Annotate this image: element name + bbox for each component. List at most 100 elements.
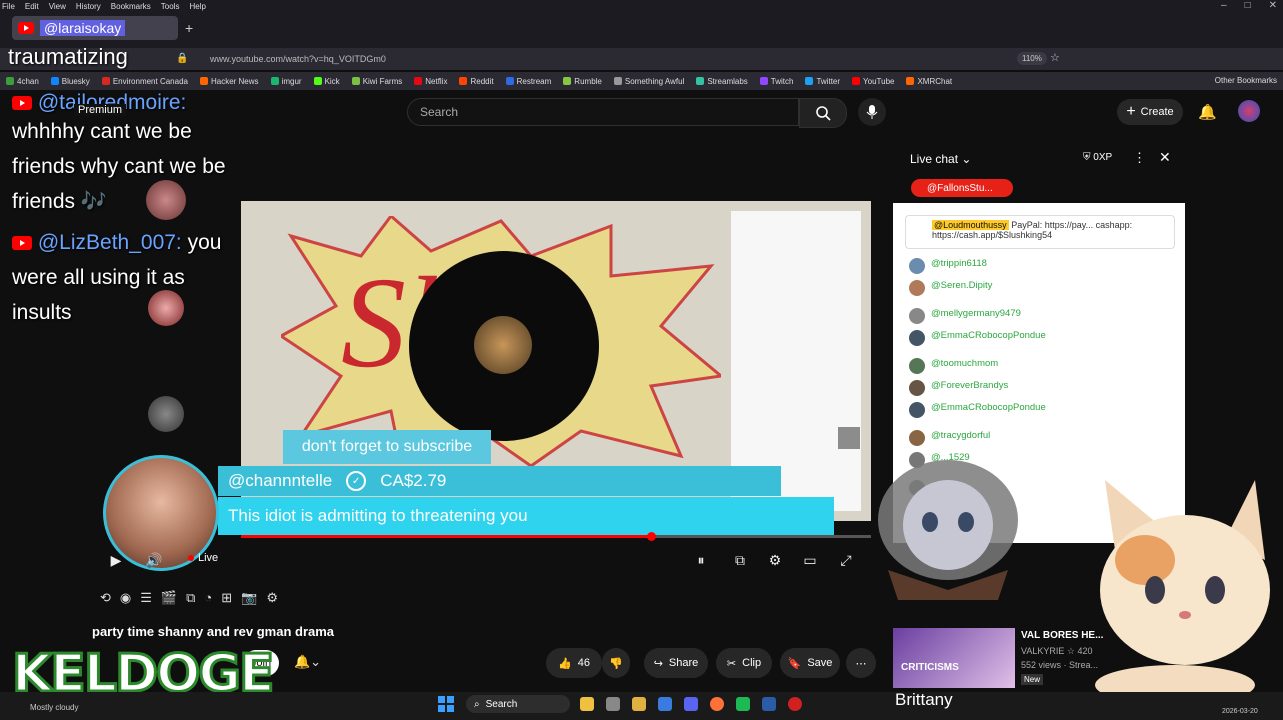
menu-file[interactable]: File [2,2,15,11]
bookmark-item[interactable]: Restream [505,77,551,86]
chat-message[interactable]: @toomuchmom He is disgusting. [893,355,1185,377]
menu-help[interactable]: Help [189,2,205,11]
like-button[interactable]: 👍 46 [546,648,602,678]
bookmark-item[interactable]: YouTube [852,77,894,86]
bookmark-label: Twitter [816,76,841,86]
notifications-bell-icon[interactable]: 🔔 [1198,103,1217,121]
speed-icon[interactable]: ◔ [204,590,212,606]
progress-scrubber[interactable] [646,532,656,541]
chat-title[interactable]: Live chat ⌄ [910,152,971,166]
firefox-icon[interactable] [710,697,724,711]
chat-message[interactable]: @ForeverBrandys He is a child [893,377,1185,399]
gear-icon[interactable]: ⚙ [266,590,278,606]
menu-view[interactable]: View [49,2,66,11]
voice-search-button[interactable] [858,98,886,126]
audio-icon[interactable]: ◉ [120,590,131,606]
bookmark-favicon-icon [906,77,915,85]
progress-fill [241,535,651,538]
bookmark-item[interactable]: imgur [270,77,302,86]
other-bookmarks[interactable]: Other Bookmarks [1215,76,1277,85]
bookmark-item[interactable]: 4chan [6,77,39,86]
dislike-button[interactable]: 👎 [602,648,630,678]
captions-icon[interactable]: ⧉ [731,551,749,569]
close-window-button[interactable]: ✕ [1269,0,1277,11]
bookmark-item[interactable]: Streamlabs [696,77,748,86]
bookmark-item[interactable]: XMRChat [906,77,952,86]
more-vert-icon[interactable]: ⋮ [1133,150,1146,166]
save-button[interactable]: 🔖 Save [780,648,840,678]
folder-icon[interactable] [632,697,646,711]
chat-message[interactable]: @EmmaCRobocopPondue HE THINKS THIS IS A S… [893,399,1185,427]
bookmark-item[interactable]: Reddit [459,77,494,86]
clip-button[interactable]: ✂ Clip [716,648,772,678]
app-icon[interactable] [658,697,672,711]
close-icon[interactable]: ✕ [1159,149,1171,166]
browser-tab[interactable]: @laraisokay [12,16,178,40]
create-button[interactable]: + Create [1117,99,1183,125]
app-icon[interactable] [762,697,776,711]
app-icon[interactable] [736,697,750,711]
address-input[interactable]: www.youtube.com/watch?v=hq_VOITDGm0 [210,54,386,64]
picture-in-picture-icon[interactable]: ⧉ [186,590,195,606]
app-icon[interactable] [606,697,620,711]
chat-message[interactable]: @tracygdorful YOU NEED SHANNY'S HELP LMFA… [893,427,1185,449]
play-icon[interactable]: ▶ [107,551,125,569]
bookmark-item[interactable]: Bluesky [50,77,90,86]
menu-bookmarks[interactable]: Bookmarks [111,2,151,11]
pinned-message[interactable]: @Loudmouthussy PayPal: https://pay... ca… [905,215,1175,249]
loop-icon[interactable]: ⟲ [100,590,111,606]
bookmark-item[interactable]: Kiwi Farms [351,77,402,86]
clapper-icon[interactable]: 🎬 [161,590,177,606]
add-box-icon[interactable]: ⊞ [221,590,232,606]
recommendation-thumbnail[interactable]: CRITICISMS [893,628,1015,688]
new-tab-button[interactable]: + [185,20,193,36]
fullscreen-icon[interactable]: ⤢ [837,551,855,569]
playlist-icon[interactable]: ☰ [140,590,152,606]
bookmark-item[interactable]: Rumble [563,77,602,86]
pause-autoplay-icon[interactable]: ⏸ [692,551,710,569]
more-actions-button[interactable]: ⋯ [846,648,876,678]
chat-author: @Seren.Dipity [931,280,993,291]
bookmark-item[interactable]: Something Awful [613,77,684,86]
menu-edit[interactable]: Edit [25,2,39,11]
chat-message-body: @mellygermany9479 I am back lol [931,308,1078,324]
volume-icon[interactable]: 🔊 [145,551,163,569]
chat-message[interactable]: @EmmaCRobocopPondue THIS IS PLAYGROUND BO… [893,327,1185,355]
bookmark-item[interactable]: Netflix [414,77,447,86]
weather-status[interactable]: Mostly cloudy [30,703,78,712]
minimize-button[interactable]: – [1221,0,1227,11]
top-chip[interactable]: @FallonsStu... [911,179,1013,197]
fullscreen-icon[interactable] [838,427,860,449]
share-button[interactable]: ↪ Share [644,648,708,678]
live-indicator[interactable]: Live [188,552,218,564]
chat-message[interactable]: @Seren.Dipity What the hell he acts like … [893,277,1185,305]
zoom-level[interactable]: 110% [1017,52,1047,65]
search-input[interactable]: Search [407,98,799,126]
settings-gear-icon[interactable]: ⚙ [766,551,784,569]
bookmark-item[interactable]: Twitter [805,77,840,86]
bell-notify-icon[interactable]: 🔔⌄ [294,654,321,670]
xp-badge[interactable]: ⛨ 0XP [1083,152,1112,163]
account-avatar[interactable] [1238,100,1260,122]
app-icon[interactable] [580,697,594,711]
bookmark-item[interactable]: Twitch [759,77,793,86]
menu-history[interactable]: History [76,2,101,11]
obs-icon[interactable] [788,697,802,711]
chat-message[interactable]: @mellygermany9479 I am back lol [893,305,1185,327]
maximize-button[interactable]: □ [1245,0,1251,11]
bookmark-item[interactable]: Hacker News [199,77,259,86]
chat-message[interactable]: @trippin6118 why is he getting her involv… [893,255,1185,277]
discord-icon[interactable] [684,697,698,711]
menu-tools[interactable]: Tools [161,2,180,11]
search-button[interactable] [799,98,847,128]
thumb-text: CRITICISMS [901,662,959,673]
bookmark-item[interactable]: Kick [313,77,340,86]
theater-mode-icon[interactable]: ▭ [801,551,819,569]
windows-start-icon[interactable] [438,696,454,712]
bookmark-star-icon[interactable]: ☆ [1050,51,1060,64]
rec-title[interactable]: VAL BORES HE... [1021,630,1103,641]
video-progress-bar[interactable] [241,535,871,538]
bookmark-item[interactable]: Environment Canada [101,77,188,86]
taskbar-search[interactable]: ⌕ Search [466,695,570,713]
camera-icon[interactable]: 📷 [241,590,257,606]
